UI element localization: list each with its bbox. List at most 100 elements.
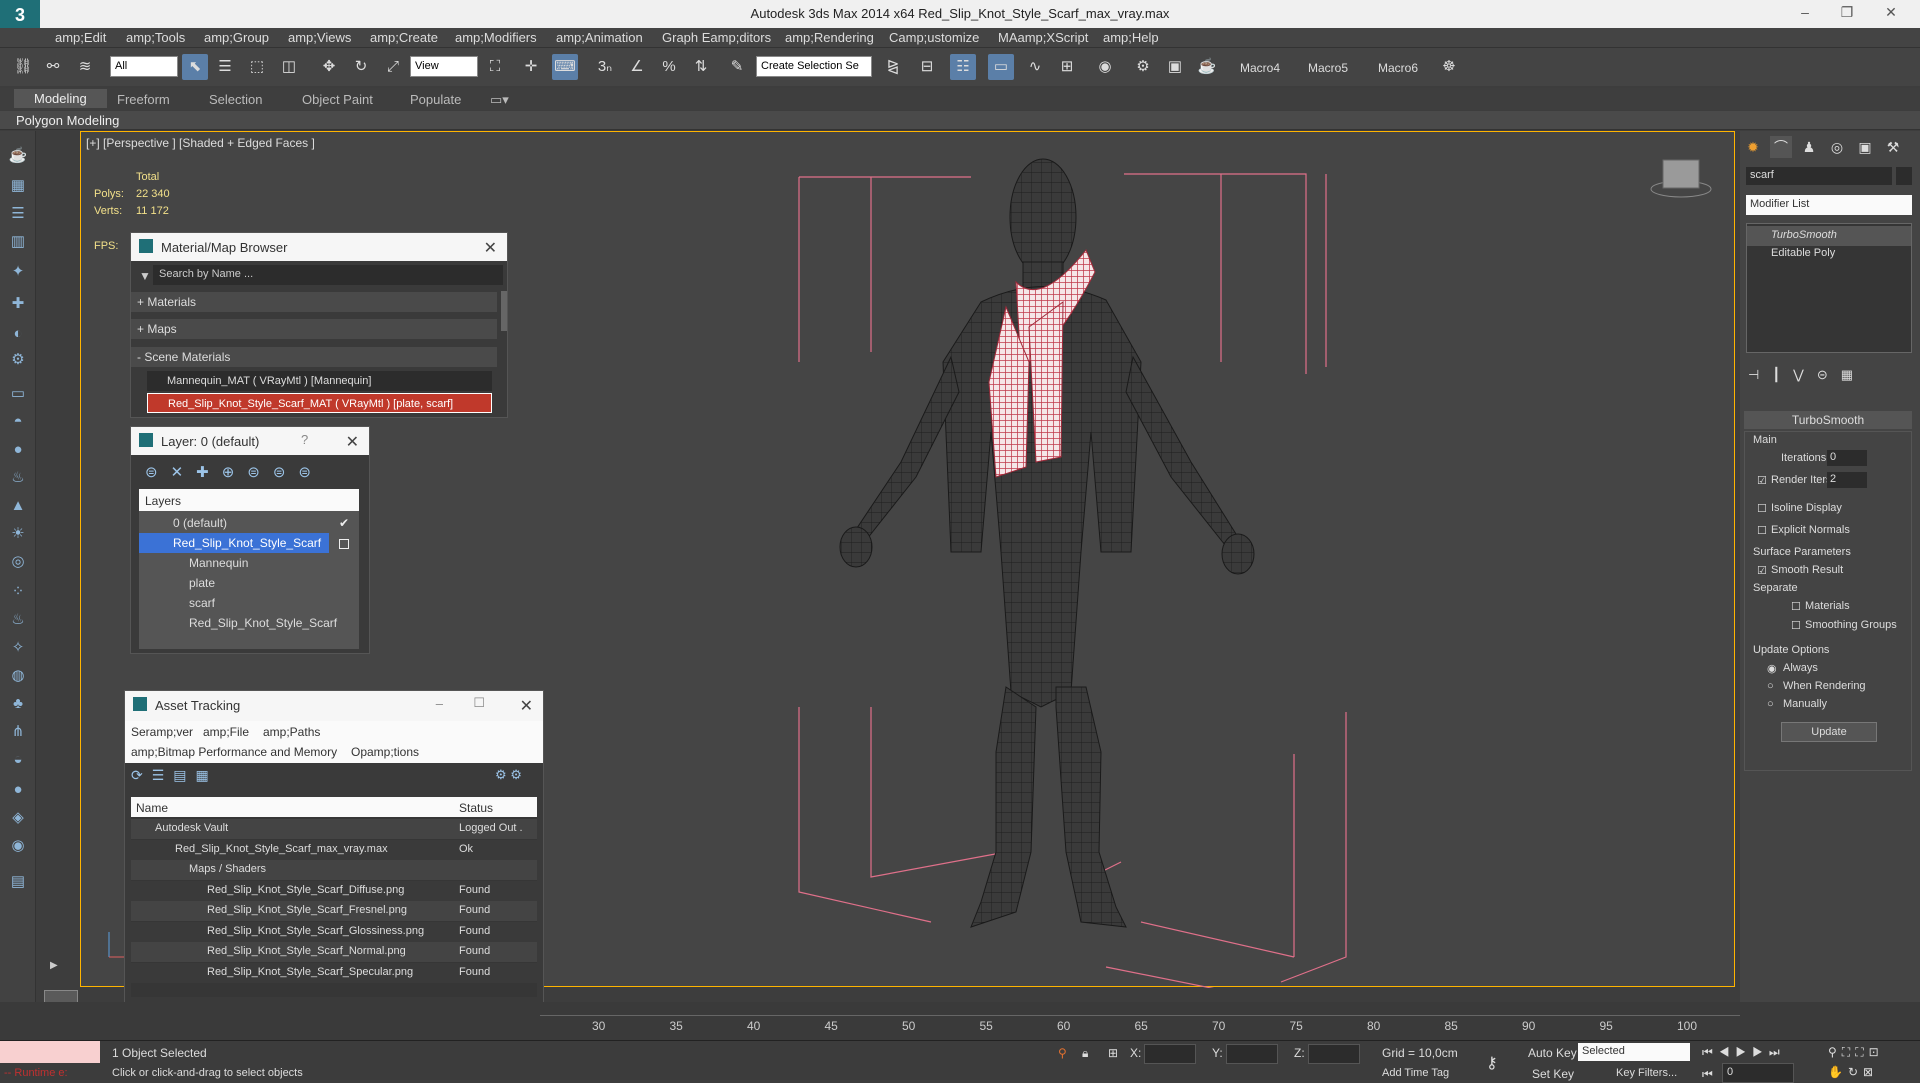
- object-name-field[interactable]: scarf: [1746, 167, 1892, 185]
- spacewarp-icon[interactable]: ◐: [7, 323, 29, 345]
- move-icon[interactable]: ✥: [316, 54, 342, 80]
- window-crossing-icon[interactable]: ◫: [276, 54, 302, 80]
- menu-modifiers[interactable]: amp;Modifiers: [455, 30, 537, 45]
- asset-row[interactable]: Autodesk Vault Logged Out .: [131, 819, 537, 839]
- minimize-button[interactable]: –: [1790, 4, 1820, 24]
- tab-object-paint[interactable]: Object Paint: [302, 92, 373, 107]
- time-slider-track[interactable]: [540, 1006, 1740, 1016]
- modifier-list-dropdown[interactable]: Modifier List: [1746, 195, 1912, 215]
- turbosmooth-rollout-title[interactable]: TurboSmooth: [1744, 411, 1912, 429]
- edit-named-selection-icon[interactable]: ✎: [724, 54, 750, 80]
- layer-scarf[interactable]: Red_Slip_Knot_Style_Scarf: [139, 533, 329, 553]
- cone-icon[interactable]: ▲: [7, 495, 29, 517]
- asset-row[interactable]: Red_Slip_Knot_Style_Scarf_Normal.png Foun…: [131, 942, 537, 962]
- macro5-button[interactable]: Macro5: [1308, 61, 1348, 75]
- menu-maxscript[interactable]: MAamp;XScript: [998, 30, 1088, 45]
- object-color-swatch[interactable]: [1896, 167, 1912, 185]
- layer-object-mannequin[interactable]: Mannequin: [139, 553, 359, 573]
- viewcube[interactable]: [1650, 159, 1712, 198]
- systems-icon[interactable]: ⚙: [7, 349, 29, 371]
- key-selection-dropdown[interactable]: Selected: [1578, 1043, 1690, 1061]
- x-coordinate-field[interactable]: [1144, 1044, 1196, 1064]
- modify-tab-icon[interactable]: ⌒: [1770, 136, 1792, 158]
- current-frame-field[interactable]: 0: [1722, 1063, 1794, 1083]
- close-icon[interactable]: ✕: [346, 432, 359, 452]
- col-status[interactable]: Status: [459, 801, 493, 815]
- rendered-frame-icon[interactable]: ▣: [1162, 54, 1188, 80]
- app-logo[interactable]: 3: [0, 0, 40, 30]
- grid-icon[interactable]: ▥: [7, 231, 29, 253]
- stack-tools[interactable]: ⊣┃⋁⊝▦: [1748, 367, 1866, 383]
- spinner-snap-icon[interactable]: ⇅: [688, 54, 714, 80]
- sun-icon[interactable]: ☀: [7, 523, 29, 545]
- menu-graph-editors[interactable]: Graph Eamp;ditors: [662, 30, 771, 45]
- sphere-icon[interactable]: ●: [7, 439, 29, 461]
- key-icon[interactable]: ⚷: [1486, 1053, 1498, 1073]
- menu-rendering[interactable]: amp;Rendering: [785, 30, 874, 45]
- asset-toolbar[interactable]: ⟳☰▤▦: [131, 767, 218, 784]
- tiger-icon[interactable]: ☸: [1436, 54, 1462, 80]
- mannequin-mesh[interactable]: [839, 158, 1255, 928]
- hemisphere-icon[interactable]: ◓: [7, 411, 29, 433]
- tab-selection[interactable]: Selection: [209, 92, 262, 107]
- select-object-icon[interactable]: ⬉: [182, 54, 208, 80]
- render-iters-spinner[interactable]: 2: [1827, 472, 1867, 488]
- col-name[interactable]: Name: [136, 801, 168, 815]
- menu-edit[interactable]: amp;Edit: [55, 30, 106, 45]
- viewport-nav-icons[interactable]: ⚲⛶⛶⊡: [1828, 1045, 1884, 1060]
- isolate-icon[interactable]: ⚲: [1058, 1046, 1067, 1060]
- rotate-icon[interactable]: ↻: [348, 54, 374, 80]
- asset-row[interactable]: Red_Slip_Knot_Style_Scarf_max_vray.max Ok: [131, 839, 537, 860]
- layer-toolbar[interactable]: ⊜✕✚⊕⊜⊜⊜: [145, 463, 365, 481]
- explicit-normals-checkbox[interactable]: ☐: [1757, 524, 1767, 537]
- ribbon-options-icon[interactable]: ▭▾: [490, 92, 509, 108]
- snaps-toggle-icon[interactable]: 3ₙ: [592, 54, 618, 80]
- active-layer-checkmark[interactable]: ✔: [339, 516, 349, 530]
- select-manipulate-icon[interactable]: ✛: [518, 54, 544, 80]
- unlink-icon[interactable]: ⚯: [40, 54, 66, 80]
- expand-arrow-icon[interactable]: ▶: [50, 960, 64, 974]
- layer-object-scarf-root[interactable]: Red_Slip_Knot_Style_Scarf: [139, 613, 359, 633]
- material-swatch-icon[interactable]: ◈: [7, 807, 29, 829]
- render-iters-checkbox[interactable]: ☑: [1757, 474, 1767, 487]
- playback-controls[interactable]: ⏮◀▶▶⏭: [1702, 1045, 1786, 1060]
- save-icon[interactable]: ▤: [7, 871, 29, 893]
- mirror-icon[interactable]: ⧎: [880, 54, 906, 80]
- macro4-button[interactable]: Macro4: [1240, 61, 1280, 75]
- scale-icon[interactable]: ⤢: [380, 54, 406, 80]
- menu-options[interactable]: Opamp;tions: [351, 745, 419, 759]
- asset-row[interactable]: Red_Slip_Knot_Style_Scarf_Glossiness.png…: [131, 921, 537, 942]
- smoothing-groups-checkbox[interactable]: ☐: [1791, 619, 1801, 632]
- menu-help[interactable]: amp;Help: [1103, 30, 1159, 45]
- search-input[interactable]: Search by Name ...: [153, 265, 503, 285]
- motion-tab-icon[interactable]: ◎: [1826, 136, 1848, 158]
- material-item-scarf[interactable]: Red_Slip_Knot_Style_Scarf_MAT ( VRayMtl …: [147, 393, 492, 413]
- pivot-center-icon[interactable]: ⛶: [482, 54, 508, 80]
- menu-group[interactable]: amp;Group: [204, 30, 269, 45]
- paint-icon[interactable]: ◒: [7, 749, 29, 771]
- angle-snap-icon[interactable]: ∠: [624, 54, 650, 80]
- close-button[interactable]: ✕: [1876, 4, 1906, 24]
- asset-row[interactable]: Red_Slip_Knot_Style_Scarf_Diffuse.png Fou…: [131, 880, 537, 901]
- asset-row[interactable]: Red_Slip_Knot_Style_Scarf_Specular.png Fo…: [131, 962, 537, 983]
- torus-icon[interactable]: ◎: [7, 551, 29, 573]
- menu-tools[interactable]: amp;Tools: [126, 30, 185, 45]
- render-icon[interactable]: ☕: [1194, 54, 1220, 80]
- scrollbar[interactable]: [501, 291, 507, 331]
- helper-icon[interactable]: ✚: [7, 293, 29, 315]
- layer-default[interactable]: 0 (default): [139, 513, 359, 533]
- select-by-name-icon[interactable]: ☰: [212, 54, 238, 80]
- menu-animation[interactable]: amp;Animation: [556, 30, 643, 45]
- plant-icon[interactable]: ♣: [7, 693, 29, 715]
- curve-editor-icon[interactable]: ∿: [1022, 54, 1048, 80]
- create-tab-icon[interactable]: ✹: [1742, 136, 1764, 158]
- particles-icon[interactable]: ⁘: [7, 581, 29, 603]
- tab-populate[interactable]: Populate: [410, 92, 461, 107]
- menu-file[interactable]: amp;File: [203, 725, 249, 739]
- maxscript-listener[interactable]: [0, 1041, 100, 1063]
- tab-freeform[interactable]: Freeform: [117, 92, 170, 107]
- manually-radio[interactable]: ○: [1767, 698, 1774, 710]
- search-options-icon[interactable]: ▼: [139, 269, 153, 283]
- material-item-mannequin[interactable]: Mannequin_MAT ( VRayMtl ) [Mannequin]: [147, 371, 492, 391]
- align-icon[interactable]: ⊟: [914, 54, 940, 80]
